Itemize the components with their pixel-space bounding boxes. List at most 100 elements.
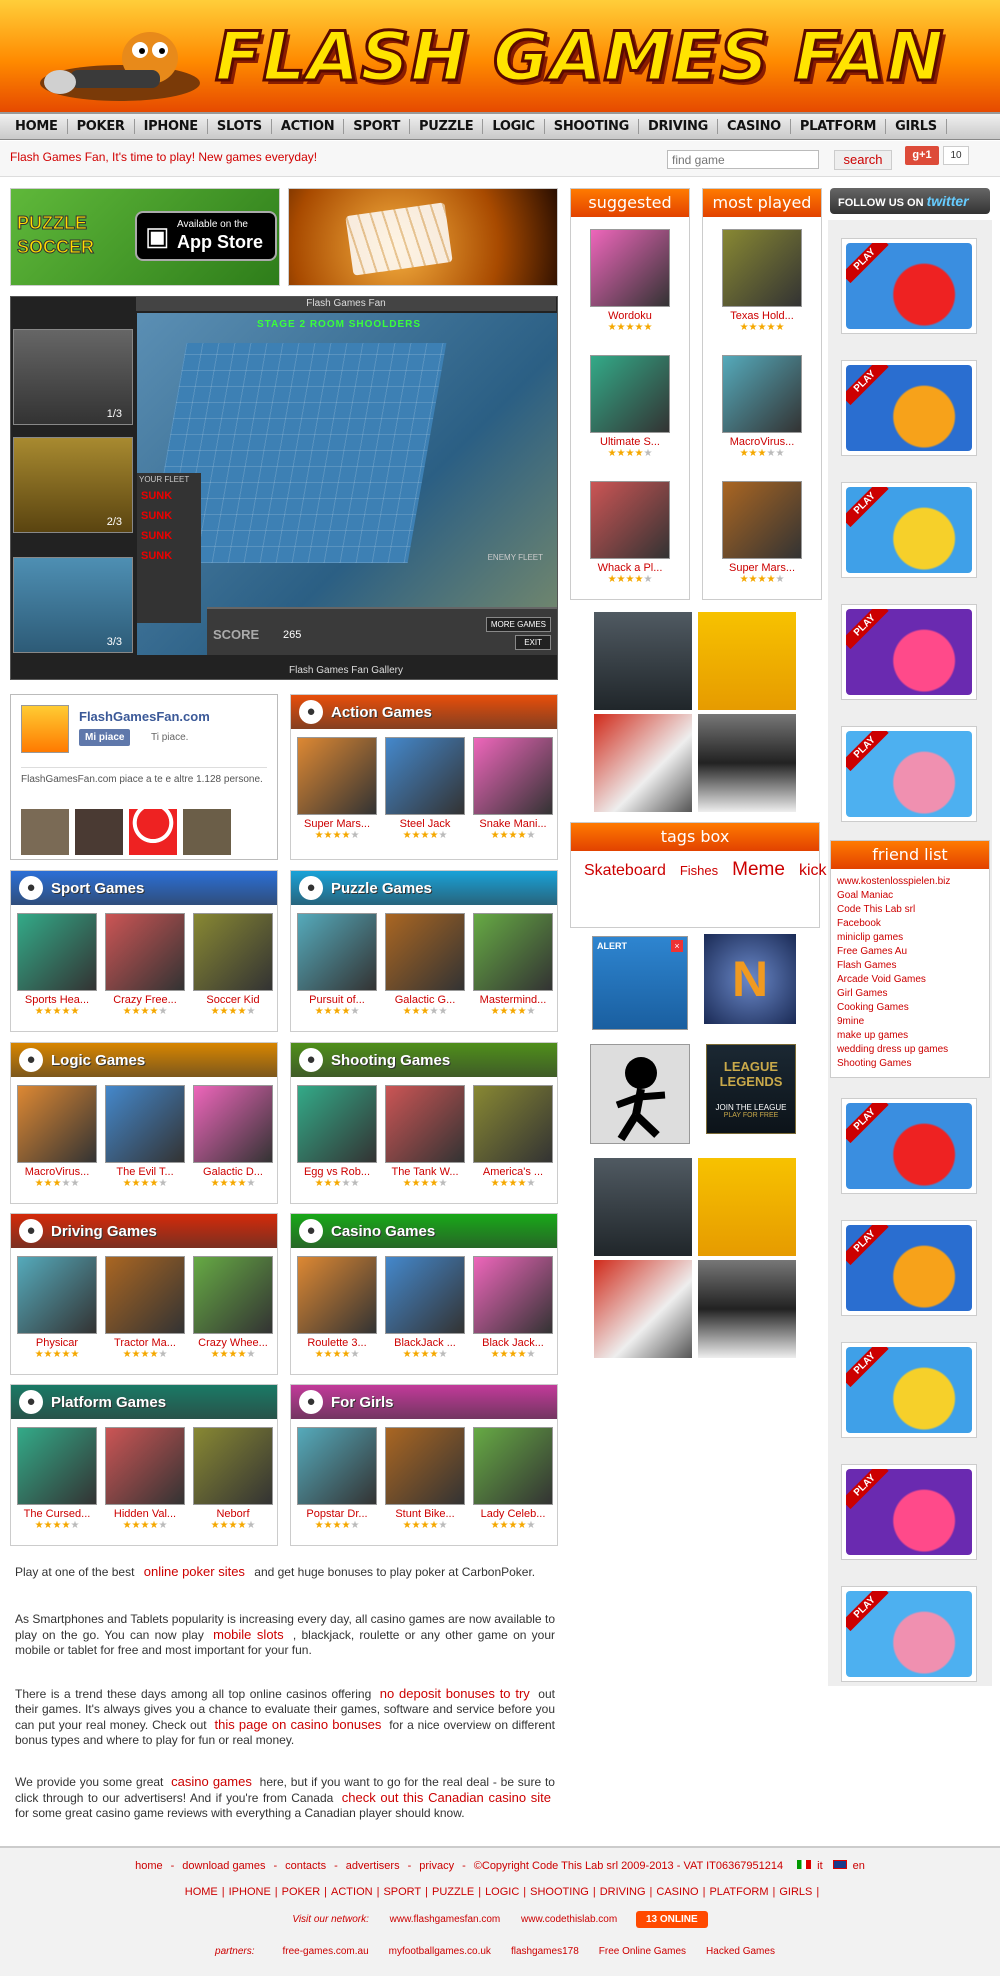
game-name[interactable]: Snake Mani... [473, 818, 553, 830]
game-thumbnail[interactable] [17, 1256, 97, 1334]
twitter-follow-button[interactable]: FOLLOW US ON twitter [830, 188, 990, 214]
category-header[interactable]: ● Platform Games [11, 1385, 277, 1419]
friend-link[interactable]: 9mine [837, 1015, 983, 1029]
casino-bonuses-link[interactable]: this page on casino bonuses [211, 1717, 386, 1732]
puzzle-soccer-banner[interactable]: PUZZLE SOCCER ▣ Available on the App Sto… [10, 188, 280, 286]
friend-link[interactable]: miniclip games [837, 931, 983, 945]
game-card[interactable]: Wordoku ★★★★★ [590, 229, 670, 333]
exit-button[interactable]: EXIT [515, 635, 551, 650]
game-thumbnail[interactable] [193, 1085, 273, 1163]
ad-mario-kart[interactable] [594, 1260, 692, 1358]
game-thumbnail[interactable] [473, 1085, 553, 1163]
game-card[interactable]: The Tank W... ★★★★★ [385, 1085, 465, 1189]
partner-link[interactable]: flashgames178 [511, 1946, 579, 1957]
game-name[interactable]: Crazy Whee... [193, 1337, 273, 1349]
game-thumbnail[interactable] [193, 1256, 273, 1334]
footer-nav-link[interactable]: LOGIC [485, 1886, 519, 1898]
nav-casino[interactable]: CASINO [718, 119, 791, 134]
category-header[interactable]: ● Driving Games [11, 1214, 277, 1248]
game-name[interactable]: Stunt Bike... [385, 1508, 465, 1520]
game-thumbnail[interactable] [17, 1427, 97, 1505]
game-name[interactable]: Egg vs Rob... [297, 1166, 377, 1178]
game-card[interactable]: Popstar Dr... ★★★★★ [297, 1427, 377, 1531]
uk-flag-icon[interactable] [832, 1860, 847, 1869]
ad-police-car[interactable] [698, 1260, 796, 1358]
game-name[interactable]: The Evil T... [105, 1166, 185, 1178]
game-card[interactable]: Texas Hold... ★★★★★ [722, 229, 802, 333]
game-card[interactable]: Sports Hea... ★★★★★ [17, 913, 97, 1017]
game-card[interactable]: Steel Jack ★★★★★ [385, 737, 465, 841]
nav-action[interactable]: ACTION [272, 119, 345, 134]
fb-friend-avatar[interactable] [75, 809, 123, 855]
game-card[interactable]: Super Mars... ★★★★★ [297, 737, 377, 841]
footer-link[interactable]: home [135, 1860, 163, 1872]
friend-link[interactable]: Cooking Games [837, 1001, 983, 1015]
game-card[interactable]: Pursuit of... ★★★★★ [297, 913, 377, 1017]
game-card[interactable]: Hidden Val... ★★★★★ [105, 1427, 185, 1531]
partner-link[interactable]: free-games.com.au [283, 1946, 369, 1957]
game-thumbnail[interactable] [297, 1256, 377, 1334]
game-thumbnail[interactable] [297, 737, 377, 815]
poker-link[interactable]: online poker sites [138, 1564, 251, 1579]
game-thumbnail[interactable] [590, 229, 670, 307]
game-card[interactable]: Crazy Whee... ★★★★★ [193, 1256, 273, 1360]
game-thumbnail[interactable] [590, 355, 670, 433]
fb-friend-avatar[interactable] [183, 809, 231, 855]
nav-home[interactable]: HOME [6, 119, 68, 134]
play-game-ad[interactable]: PLAY [841, 238, 977, 334]
game-card[interactable]: Roulette 3... ★★★★★ [297, 1256, 377, 1360]
game-thumbnail[interactable] [385, 737, 465, 815]
nav-girls[interactable]: GIRLS [886, 119, 947, 134]
game-card[interactable]: Stunt Bike... ★★★★★ [385, 1427, 465, 1531]
ad-ben10[interactable]: ALERT × [592, 936, 688, 1030]
friend-link[interactable]: www.kostenlosspielen.biz [837, 875, 983, 889]
nav-platform[interactable]: PLATFORM [791, 119, 887, 134]
canadian-casino-link[interactable]: check out this Canadian casino site [338, 1790, 555, 1805]
footer-nav-link[interactable]: PLATFORM [709, 1886, 768, 1898]
category-header[interactable]: ● Casino Games [291, 1214, 557, 1248]
cards-banner[interactable] [288, 188, 558, 286]
play-game-ad[interactable]: PLAY [841, 1342, 977, 1438]
game-name[interactable]: Whack a Pl... [590, 562, 670, 574]
game-thumbnail[interactable] [297, 1085, 377, 1163]
game-card[interactable]: Egg vs Rob... ★★★★★ [297, 1085, 377, 1189]
footer-link[interactable]: advertisers [346, 1860, 400, 1872]
game-card[interactable]: MacroVirus... ★★★★★ [17, 1085, 97, 1189]
game-name[interactable]: Lady Celeb... [473, 1508, 553, 1520]
game-thumbnail[interactable] [105, 1427, 185, 1505]
gallery-thumb-3[interactable]: 3/3 [13, 557, 133, 653]
game-name[interactable]: MacroVirus... [722, 436, 802, 448]
friend-link[interactable]: Goal Maniac [837, 889, 983, 903]
footer-link[interactable]: download games [182, 1860, 265, 1872]
game-name[interactable]: The Tank W... [385, 1166, 465, 1178]
friend-link[interactable]: Girl Games [837, 987, 983, 1001]
ad-cartoon[interactable] [698, 1158, 796, 1256]
nav-poker[interactable]: POKER [68, 119, 135, 134]
footer-nav-link[interactable]: ACTION [331, 1886, 373, 1898]
fb-page-name[interactable]: FlashGamesFan.com [79, 709, 210, 724]
game-thumbnail[interactable] [473, 1427, 553, 1505]
footer-nav-link[interactable]: CASINO [656, 1886, 698, 1898]
gplus-button[interactable]: g+1 [905, 146, 939, 165]
game-name[interactable]: Soccer Kid [193, 994, 273, 1006]
ad-police-car[interactable] [698, 714, 796, 812]
friend-link[interactable]: Free Games Au [837, 945, 983, 959]
game-name[interactable]: Pursuit of... [297, 994, 377, 1006]
site-logo[interactable]: FLASH GAMES FAN [213, 17, 944, 99]
game-thumbnail[interactable] [385, 913, 465, 991]
game-name[interactable]: Popstar Dr... [297, 1508, 377, 1520]
game-name[interactable]: Mastermind... [473, 994, 553, 1006]
category-header[interactable]: ● For Girls [291, 1385, 557, 1419]
ad-league-of-legends[interactable]: LEAGUE LEGENDS JOIN THE LEAGUE PLAY FOR … [706, 1044, 796, 1134]
game-thumbnail[interactable] [17, 1085, 97, 1163]
game-card[interactable]: Snake Mani... ★★★★★ [473, 737, 553, 841]
game-thumbnail[interactable] [722, 229, 802, 307]
game-card[interactable]: Ultimate S... ★★★★★ [590, 355, 670, 459]
close-icon[interactable]: × [671, 940, 683, 952]
game-card[interactable]: America's ... ★★★★★ [473, 1085, 553, 1189]
ad-soldiers[interactable] [594, 612, 692, 710]
game-name[interactable]: The Cursed... [17, 1508, 97, 1520]
footer-nav-link[interactable]: PUZZLE [432, 1886, 474, 1898]
lang-it[interactable]: it [817, 1860, 823, 1872]
game-thumbnail[interactable] [297, 913, 377, 991]
